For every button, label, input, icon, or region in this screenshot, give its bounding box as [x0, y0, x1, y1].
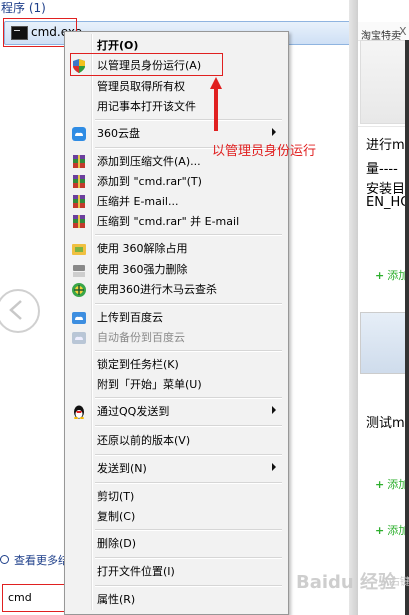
watermark-sub: 从右键 [380, 577, 409, 588]
baidu-cloud-backup-icon [71, 330, 87, 346]
menu-item-open-notepad[interactable]: 用记事本打开该文件 [67, 97, 284, 117]
menu-separator [95, 482, 282, 484]
baidu-cloud-icon [71, 310, 87, 326]
menu-item-send-qq[interactable]: 通过QQ发送到 [67, 402, 284, 422]
menu-item-label: 附到「开始」菜单(U) [97, 378, 202, 391]
menu-item-label: 属性(R) [97, 593, 136, 606]
menu-item-label: 添加到 "cmd.rar"(T) [97, 175, 202, 188]
annotation-arrow-icon [210, 77, 222, 131]
menu-item-open-location[interactable]: 打开文件位置(I) [67, 562, 284, 582]
menu-item-copy[interactable]: 复制(C) [67, 507, 284, 527]
menu-item-baidu-auto-backup: 自动备份到百度云 [67, 328, 284, 348]
menu-item-label: 使用 360解除占用 [97, 242, 188, 255]
360-unlock-icon [71, 241, 87, 257]
search-icon [0, 555, 9, 564]
360-shredder-icon [71, 262, 87, 278]
menu-item-label: 通过QQ发送到 [97, 405, 170, 418]
menu-separator [95, 557, 282, 559]
360-antivirus-icon [71, 282, 87, 298]
winrar-icon [71, 154, 87, 170]
qq-penguin-icon [71, 404, 87, 420]
menu-item-compress-email[interactable]: 压缩并 E-mail... [67, 192, 284, 212]
menu-item-restore-previous[interactable]: 还原以前的版本(V) [67, 431, 284, 451]
submenu-arrow-icon [272, 463, 276, 471]
page-thumbnail-2 [360, 312, 408, 374]
menu-item-label: 发送到(N) [97, 462, 147, 475]
close-icon[interactable]: X [399, 25, 407, 38]
menu-item-label: 复制(C) [97, 510, 136, 523]
start-search-input[interactable]: cmd [2, 584, 65, 612]
menu-separator [95, 454, 282, 456]
background-web-page: 淘宝特卖 X 进行m 量---- 安装目 EN_HO + 添加 测试m + 添加 +… [358, 0, 409, 615]
winrar-icon [71, 194, 87, 210]
menu-item-label: 管理员取得所有权 [97, 80, 185, 93]
menu-item-label: 添加到压缩文件(A)... [97, 155, 201, 168]
menu-item-label: 用记事本打开该文件 [97, 100, 196, 113]
menu-separator [95, 234, 282, 236]
menu-item-compress-cmd-email[interactable]: 压缩到 "cmd.rar" 并 E-mail [67, 212, 284, 232]
annotation-label: 以管理员身份运行 [212, 144, 317, 159]
menu-item-360-scan[interactable]: 使用360进行木马云查杀 [67, 280, 284, 300]
context-menu: 打开(O) 以管理员身份运行(A) 管理员取得所有权 用记事本打开该文件 360云盘 添加… [64, 31, 289, 615]
menu-separator [95, 529, 282, 531]
menu-separator [95, 425, 282, 427]
menu-item-properties[interactable]: 属性(R) [67, 590, 284, 610]
menu-item-label: 删除(D) [97, 537, 137, 550]
menu-item-360-unlock[interactable]: 使用 360解除占用 [67, 239, 284, 259]
page-scrollbar[interactable] [405, 40, 409, 615]
highlight-box-run-as-admin [70, 53, 223, 76]
menu-separator [95, 350, 282, 352]
menu-item-pin-taskbar[interactable]: 锁定到任务栏(K) [67, 355, 284, 375]
menu-item-label: 压缩并 E-mail... [97, 195, 179, 208]
menu-separator [95, 119, 282, 121]
programs-heading: 程序 (1) [1, 1, 46, 15]
menu-item-cut[interactable]: 剪切(T) [67, 487, 284, 507]
back-nav-button[interactable] [0, 289, 40, 333]
menu-item-label: 打开(O) [97, 39, 139, 52]
menu-item-add-cmd-rar[interactable]: 添加到 "cmd.rar"(T) [67, 172, 284, 192]
menu-item-delete[interactable]: 删除(D) [67, 534, 284, 554]
menu-item-label: 360云盘 [97, 127, 140, 140]
menu-item-send-to[interactable]: 发送到(N) [67, 459, 284, 479]
winrar-icon [71, 174, 87, 190]
menu-item-baidu-upload[interactable]: 上传到百度云 [67, 308, 284, 328]
360-cloud-icon [71, 126, 87, 142]
page-thumbnail [360, 40, 408, 124]
page-text-line: 量---- [366, 162, 398, 177]
menu-item-take-ownership[interactable]: 管理员取得所有权 [67, 77, 284, 97]
divider [358, 126, 405, 127]
menu-item-pin-start[interactable]: 附到「开始」菜单(U) [67, 375, 284, 395]
menu-item-label: 上传到百度云 [97, 311, 163, 324]
winrar-icon [71, 214, 87, 230]
menu-item-label: 打开文件位置(I) [97, 565, 175, 578]
menu-separator [95, 397, 282, 399]
page-text-line: 进行m [366, 138, 405, 153]
submenu-arrow-icon [272, 128, 276, 136]
submenu-arrow-icon [272, 406, 276, 414]
menu-item-label: 使用 360强力删除 [97, 263, 188, 276]
add-link[interactable]: + 添加 [375, 267, 409, 283]
menu-item-label: 压缩到 "cmd.rar" 并 E-mail [97, 215, 240, 228]
page-text-line: EN_HO [366, 195, 409, 210]
menu-item-label: 自动备份到百度云 [97, 331, 185, 344]
add-link[interactable]: + 添加 [375, 476, 409, 492]
menu-item-label: 锁定到任务栏(K) [97, 358, 179, 371]
menu-item-label: 剪切(T) [97, 490, 135, 503]
page-text-line: 测试m [366, 416, 405, 431]
panel-divider [349, 0, 358, 615]
menu-item-360-force-delete[interactable]: 使用 360强力删除 [67, 260, 284, 280]
menu-item-label: 使用360进行木马云查杀 [97, 283, 217, 296]
menu-item-label: 还原以前的版本(V) [97, 434, 191, 447]
add-link[interactable]: + 添加 [375, 522, 409, 538]
search-input-value: cmd [8, 591, 32, 604]
menu-separator [95, 585, 282, 587]
menu-separator [95, 303, 282, 305]
chevron-left-icon [9, 300, 22, 320]
